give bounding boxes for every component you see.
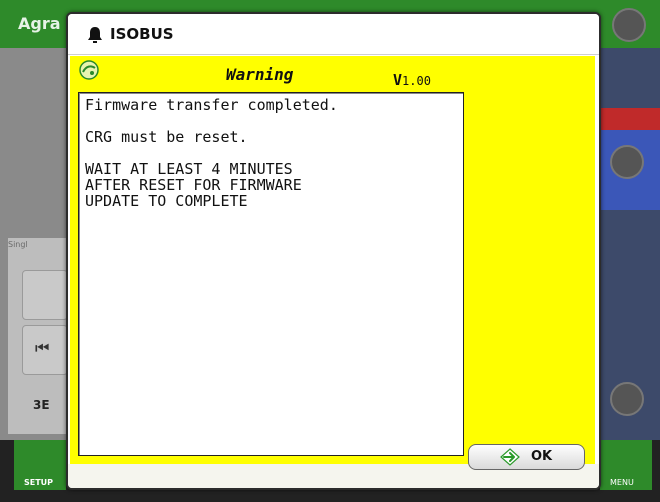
message-line: Firmware transfer completed. — [85, 96, 338, 114]
message-line: CRG must be reset. — [85, 128, 248, 146]
dialog-header: ISOBUS — [68, 14, 599, 55]
setup-label: SETUP — [24, 478, 54, 487]
message-line: UPDATE TO COMPLETE — [85, 192, 248, 210]
background-left-button-2: ⏮ — [22, 325, 68, 375]
background-left-panel-label: Singl — [8, 240, 28, 249]
version-number: 1.00 — [402, 74, 431, 88]
background-app-title: Agra — [18, 14, 61, 33]
bell-icon — [88, 27, 102, 43]
ok-button[interactable]: OK — [468, 444, 585, 470]
arrow-right-icon — [500, 448, 520, 466]
steering-icon — [610, 145, 644, 179]
ok-button-label: OK — [531, 449, 553, 464]
next-arrow-icon — [612, 8, 646, 42]
background-left-code: 3E — [33, 398, 50, 412]
warning-heading: Warning — [226, 65, 294, 84]
background-right-red-strip — [596, 108, 660, 130]
background-left-button — [22, 270, 68, 320]
flag-icon — [610, 382, 644, 416]
skip-back-icon: ⏮ — [35, 338, 50, 357]
version-label: V1.00 — [393, 70, 431, 89]
dialog-title: ISOBUS — [110, 25, 174, 43]
message-box: Firmware transfer completed. CRG must be… — [78, 92, 464, 456]
message-text: Firmware transfer completed. CRG must be… — [85, 97, 338, 209]
implement-logo-icon — [79, 60, 99, 80]
isobus-dialog: ISOBUS Warning V1.00 Firmware transfer c… — [66, 12, 601, 490]
menu-label: MENU — [610, 478, 634, 487]
version-letter: V — [393, 71, 403, 89]
